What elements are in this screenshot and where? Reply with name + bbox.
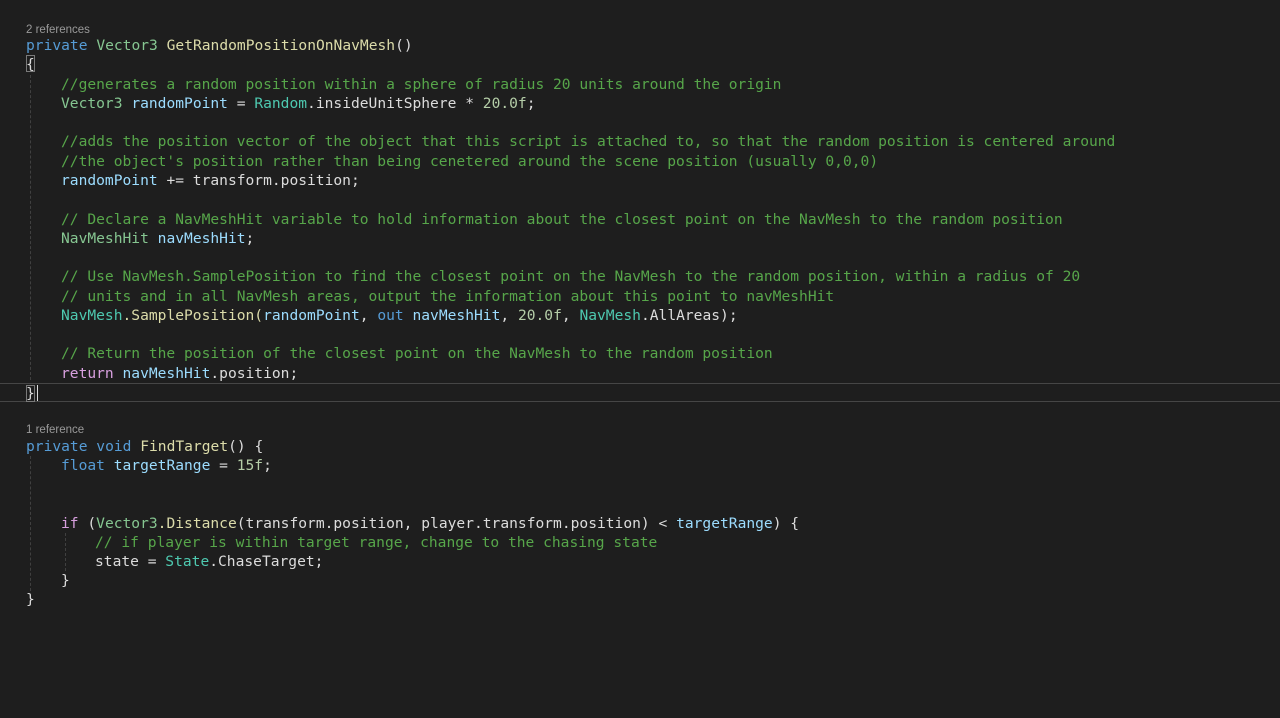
type-name: Vector3	[61, 95, 123, 112]
operator: =	[210, 457, 237, 474]
code-line: NavMesh.SamplePosition(randomPoint, out …	[0, 306, 1280, 325]
punctuation: ) {	[772, 515, 800, 532]
method-call: .SamplePosition(	[122, 307, 264, 324]
punctuation: ;	[263, 457, 272, 474]
method-name: GetRandomPositionOnNavMesh	[166, 37, 396, 54]
variable: randomPoint	[131, 95, 228, 112]
close-brace: }	[26, 385, 35, 402]
statement-rest: .AllAreas);	[640, 307, 738, 324]
comment: // Declare a NavMeshHit variable to hold…	[61, 211, 1063, 228]
variable: randomPoint	[263, 307, 360, 324]
code-line: // Use NavMesh.SamplePosition to find th…	[0, 267, 1280, 286]
code-line: {	[0, 55, 1280, 74]
statement-rest: += transform.position;	[157, 172, 360, 189]
variable: navMeshHit	[157, 230, 246, 247]
code-line: //adds the position vector of the object…	[0, 132, 1280, 151]
comment: //adds the position vector of the object…	[61, 133, 1116, 150]
punctuation: ,	[561, 307, 580, 324]
open-brace: {	[26, 56, 35, 73]
comment: // Use NavMesh.SamplePosition to find th…	[61, 268, 1081, 285]
variable: navMeshHit	[113, 365, 211, 382]
keyword: void	[87, 438, 132, 455]
statement-start: state =	[95, 553, 166, 570]
comment: // units and in all NavMesh areas, outpu…	[61, 288, 835, 305]
type-name: NavMeshHit	[61, 230, 149, 247]
number-literal: 15f	[236, 457, 264, 474]
number-literal: 20.0f	[517, 307, 562, 324]
statement-rest: .position;	[210, 365, 299, 382]
punctuation: () {	[228, 438, 264, 455]
punctuation: ;	[526, 95, 536, 112]
comment: //the object's position rather than bein…	[61, 153, 879, 170]
punctuation: ,	[359, 307, 378, 324]
code-line: Vector3 randomPoint = Random.insideUnitS…	[0, 94, 1280, 113]
keyword: float	[61, 457, 105, 474]
code-line: //the object's position rather than bein…	[0, 152, 1280, 171]
variable: navMeshHit	[403, 307, 501, 324]
code-line: randomPoint += transform.position;	[0, 171, 1280, 190]
method-call: .Distance	[157, 515, 237, 532]
statement-rest: (transform.position, player.transform.po…	[236, 515, 677, 532]
code-line: private Vector3 GetRandomPositionOnNavMe…	[0, 36, 1280, 55]
code-line: }	[0, 590, 1280, 609]
code-line: private void FindTarget() {	[0, 437, 1280, 456]
keyword: private	[26, 438, 88, 455]
comment: // Return the position of the closest po…	[61, 345, 773, 362]
code-editor[interactable]: 2 references private Vector3 GetRandomPo…	[0, 0, 1280, 718]
keyword: out	[377, 307, 404, 324]
punctuation: ,	[500, 307, 518, 324]
variable: targetRange	[104, 457, 211, 474]
keyword: return	[61, 365, 114, 382]
code-line: // if player is within target range, cha…	[0, 533, 1280, 552]
code-line: state = State.ChaseTarget;	[0, 552, 1280, 571]
code-line: NavMeshHit navMeshHit;	[0, 229, 1280, 248]
code-line: //generates a random position within a s…	[0, 75, 1280, 94]
code-line: // Declare a NavMeshHit variable to hold…	[0, 210, 1280, 229]
class-name: NavMesh	[61, 307, 123, 324]
method-name: FindTarget	[131, 438, 229, 455]
punctuation: (	[78, 515, 97, 532]
code-lens-references[interactable]: 1 reference	[26, 422, 84, 438]
code-line: // Return the position of the closest po…	[0, 344, 1280, 363]
comment: //generates a random position within a s…	[61, 76, 782, 93]
comment: // if player is within target range, cha…	[95, 534, 658, 551]
code-line: }	[0, 384, 1280, 403]
variable: randomPoint	[61, 172, 158, 189]
code-line: if (Vector3.Distance(transform.position,…	[0, 514, 1280, 533]
punctuation: ;	[245, 230, 255, 247]
code-line: return navMeshHit.position;	[0, 364, 1280, 383]
class-name: State	[165, 553, 210, 570]
statement-rest: .ChaseTarget;	[209, 553, 324, 570]
number-literal: 20.0f	[482, 95, 527, 112]
type-name: Vector3	[96, 515, 158, 532]
code-line: // units and in all NavMesh areas, outpu…	[0, 287, 1280, 306]
close-brace: }	[26, 591, 35, 608]
close-brace: }	[61, 572, 70, 589]
operator: =	[227, 95, 255, 112]
keyword: if	[61, 515, 79, 532]
type-name: Vector3	[96, 37, 158, 54]
variable: targetRange	[676, 515, 773, 532]
keyword: private	[26, 37, 88, 54]
punctuation: ()	[395, 37, 413, 54]
code-line: }	[0, 571, 1280, 590]
class-name: NavMesh	[579, 307, 641, 324]
member-access: .insideUnitSphere *	[307, 95, 483, 112]
class-name: Random	[254, 95, 308, 112]
code-line: float targetRange = 15f;	[0, 456, 1280, 475]
